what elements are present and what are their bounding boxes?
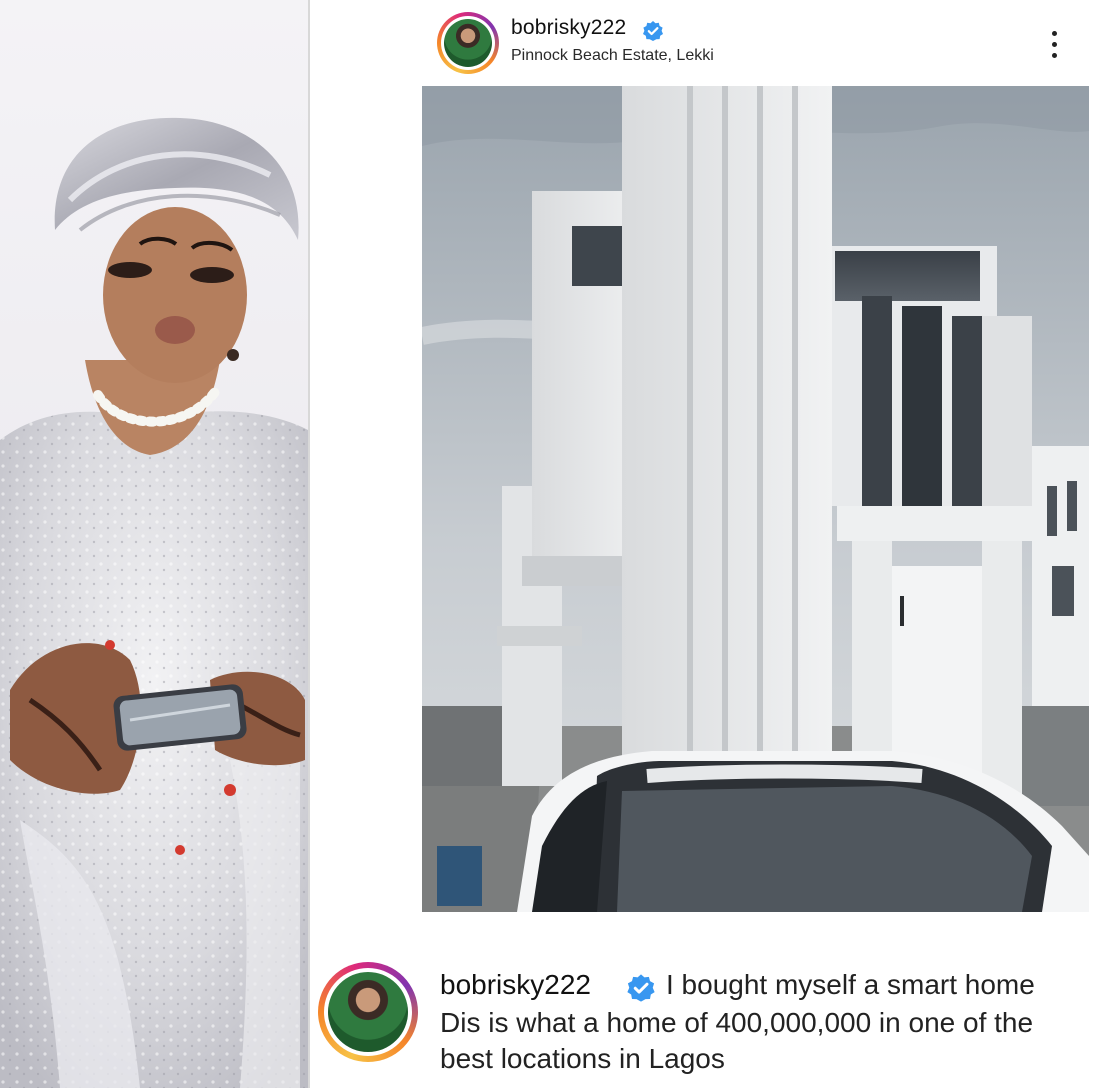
profile-avatar[interactable]	[444, 19, 492, 67]
caption-username[interactable]: bobrisky222	[440, 969, 591, 1001]
portrait-photo	[0, 0, 308, 1088]
caption-line-1: I bought myself a smart home	[666, 969, 1035, 1000]
post-username[interactable]: bobrisky222	[511, 16, 626, 40]
post-location[interactable]: Pinnock Beach Estate, Lekki	[511, 47, 714, 65]
caption-line-2: Dis is what a home of 400,000,000 in one…	[440, 1007, 1034, 1038]
verified-badge-icon	[627, 974, 655, 1002]
post-photo[interactable]	[422, 86, 1089, 912]
more-options-icon[interactable]	[1040, 28, 1068, 62]
caption-line-3: best locations in Lagos	[440, 1043, 725, 1074]
panel-divider	[308, 0, 310, 1088]
caption-avatar[interactable]	[328, 972, 408, 1052]
verified-badge-icon	[643, 21, 663, 41]
